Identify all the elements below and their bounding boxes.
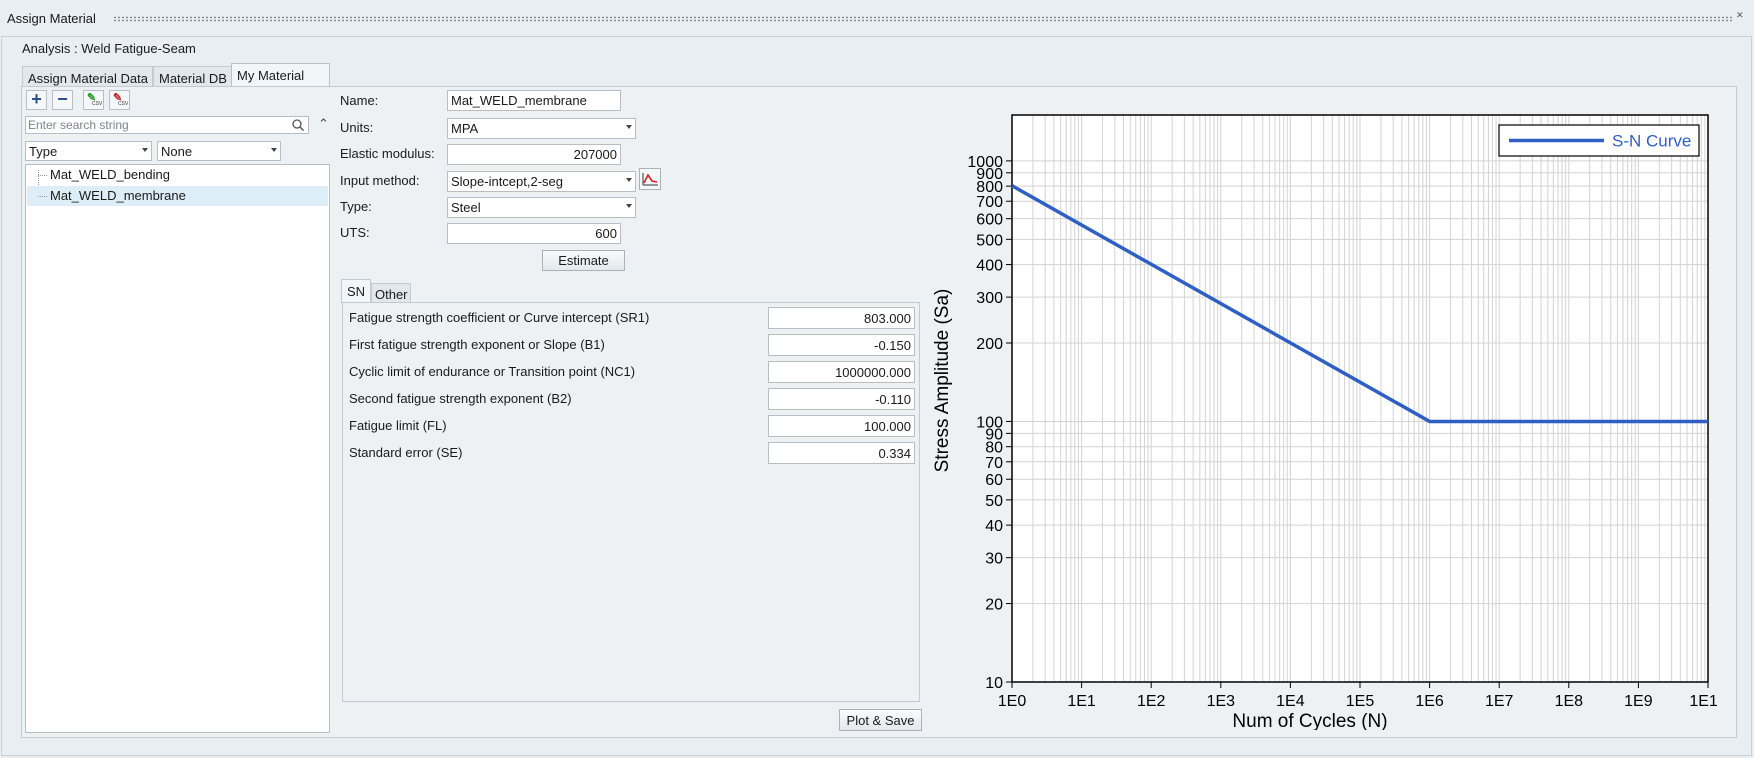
tree-connector	[38, 175, 47, 176]
tree-item-mat-weld-membrane[interactable]: Mat_WELD_membrane	[27, 186, 328, 206]
input-method-select[interactable]: Slope-intcept,2-seg	[447, 171, 636, 192]
import-csv-text: CSV	[92, 101, 103, 107]
y-tick-label: 1000	[967, 154, 1003, 171]
tab-my-material[interactable]: My Material	[231, 63, 330, 88]
window-title: Assign Material	[7, 11, 96, 26]
x-tick-label: 1E8	[1555, 693, 1584, 710]
param-label-nc1: Cyclic limit of endurance or Transition …	[349, 364, 636, 379]
y-tick-label: 500	[976, 232, 1003, 249]
tab-assign-material-data[interactable]: Assign Material Data	[22, 66, 153, 87]
search-icon[interactable]	[291, 118, 305, 132]
input-method-label: Input method:	[340, 173, 420, 188]
param-field-b1[interactable]: -0.150	[768, 334, 915, 356]
x-tick-label: 1E5	[1346, 693, 1375, 710]
y-tick-label: 100	[976, 414, 1003, 431]
units-label: Units:	[340, 120, 374, 135]
search-input[interactable]	[28, 118, 283, 132]
sn-chart-svg: 1E0 1E1 1E2 1E3 1E4 1E5 1E6 1E7 1E8 1E9 1E10 10 20 30…	[932, 114, 1717, 730]
y-tick-label: 30	[985, 551, 1003, 568]
x-tick-label: 1E3	[1207, 693, 1236, 710]
param-field-nc1[interactable]: 1000000.000	[768, 361, 915, 383]
y-tick-label: 200	[976, 336, 1003, 353]
import-csv-button[interactable]: ✎ CSV	[83, 90, 104, 110]
uts-label: UTS:	[340, 225, 370, 240]
y-tick-label: 40	[985, 518, 1003, 535]
analysis-label: Analysis : Weld Fatigue-Seam	[22, 41, 196, 56]
param-field-sr1[interactable]: 803.000	[768, 307, 915, 329]
x-tick-label: 1E9	[1624, 693, 1653, 710]
type-label: Type:	[340, 199, 372, 214]
export-csv-button[interactable]: ✎ CSV	[109, 90, 130, 110]
x-tick-label: 1E6	[1415, 693, 1444, 710]
param-label-sr1: Fatigue strength coefficient or Curve in…	[349, 310, 650, 325]
chevron-down-icon	[271, 148, 277, 152]
tree-connector	[38, 196, 47, 197]
y-tick-label: 600	[976, 212, 1003, 229]
elastic-modulus-label: Elastic modulus:	[340, 146, 435, 161]
plot-save-button[interactable]: Plot & Save	[839, 709, 922, 731]
param-field-fl[interactable]: 100.000	[768, 415, 915, 437]
y-tick-label: 50	[985, 493, 1003, 510]
drag-handle[interactable]	[113, 16, 1732, 22]
plot-curve-button[interactable]	[639, 168, 661, 190]
chevron-down-icon	[626, 204, 632, 208]
y-tick-label: 60	[985, 472, 1003, 489]
y-tick-label: 300	[976, 290, 1003, 307]
tab-other[interactable]: Other	[371, 283, 411, 302]
name-label: Name:	[340, 93, 379, 108]
sn-chart: 1E0 1E1 1E2 1E3 1E4 1E5 1E6 1E7 1E8 1E9 1E10 10 20 30…	[927, 100, 1717, 730]
x-tick-label: 1E0	[998, 693, 1027, 710]
param-field-b2[interactable]: -0.110	[768, 388, 915, 410]
x-tick-label: 1E2	[1137, 693, 1166, 710]
name-field[interactable]: Mat_WELD_membrane	[447, 90, 621, 111]
x-tick-label: 1E7	[1485, 693, 1514, 710]
param-label-se: Standard error (SE)	[349, 445, 463, 460]
elastic-modulus-field[interactable]: 207000	[447, 144, 621, 165]
y-tick-label: 70	[985, 455, 1003, 472]
export-csv-text: CSV	[118, 101, 129, 107]
legend-label: S-N Curve	[1612, 132, 1691, 151]
title-bar[interactable]: Assign Material ✕	[0, 0, 1754, 36]
close-icon[interactable]: ✕	[1736, 10, 1746, 20]
x-axis-label: Num of Cycles (N)	[1232, 711, 1387, 730]
x-tick-label: 1E4	[1276, 693, 1305, 710]
units-value: MPA	[451, 121, 479, 136]
param-label-fl: Fatigue limit (FL)	[349, 418, 447, 433]
chevron-down-icon	[142, 148, 148, 152]
x-tick-label: 1E10	[1689, 693, 1717, 710]
chevron-down-icon	[626, 125, 632, 129]
add-material-button[interactable]: +	[26, 90, 47, 110]
group-filter-value: None	[161, 144, 193, 159]
tab-sn[interactable]: SN	[341, 279, 371, 303]
estimate-button[interactable]: Estimate	[542, 250, 625, 271]
y-tick-label: 20	[985, 597, 1003, 614]
chevron-down-icon	[626, 178, 632, 182]
type-filter-value: Type	[29, 144, 58, 159]
collapse-icon[interactable]: ⌃	[318, 117, 329, 130]
units-select[interactable]: MPA	[447, 118, 636, 139]
remove-material-button[interactable]: −	[52, 90, 73, 110]
x-tick-label: 1E1	[1067, 693, 1096, 710]
tree-item-label: Mat_WELD_membrane	[50, 188, 186, 203]
y-tick-label: 10	[985, 675, 1003, 692]
tree-item-mat-weld-bending[interactable]: Mat_WELD_bending	[27, 165, 328, 185]
param-field-se[interactable]: 0.334	[768, 442, 915, 464]
material-type-value: Steel	[451, 200, 481, 215]
type-filter-select[interactable]: Type	[25, 141, 152, 161]
material-type-select[interactable]: Steel	[447, 197, 636, 218]
y-tick-label: 400	[976, 258, 1003, 275]
uts-field[interactable]: 600	[447, 223, 621, 244]
param-label-b2: Second fatigue strength exponent (B2)	[349, 391, 572, 406]
group-filter-select[interactable]: None	[157, 141, 281, 161]
plot-icon	[642, 173, 658, 186]
param-label-b1: First fatigue strength exponent or Slope…	[349, 337, 605, 352]
search-box	[25, 116, 309, 134]
y-axis-label: Stress Amplitude (Sa)	[932, 289, 953, 473]
input-method-value: Slope-intcept,2-seg	[451, 174, 564, 189]
y-tick-label: 700	[976, 194, 1003, 211]
material-tree[interactable]: Mat_WELD_bending Mat_WELD_membrane	[25, 164, 330, 733]
tree-item-label: Mat_WELD_bending	[50, 167, 170, 182]
